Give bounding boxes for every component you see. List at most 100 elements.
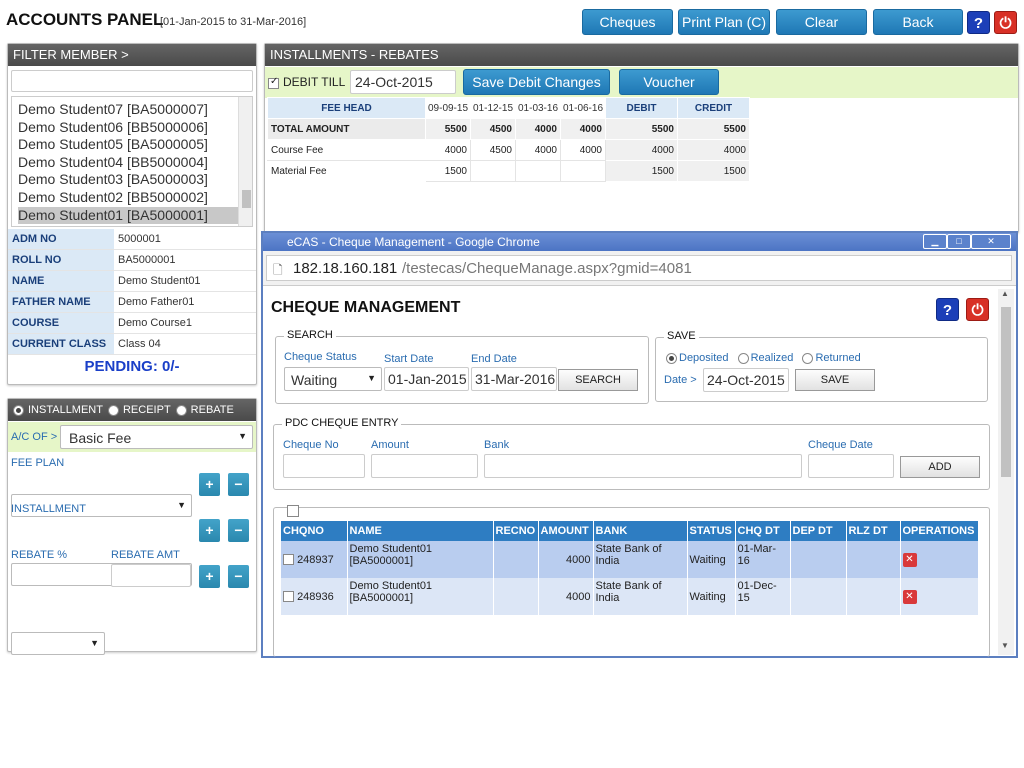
table-cell[interactable] [515,160,561,182]
cheque-status-select[interactable]: Waiting ▼ [284,367,382,391]
table-cell: 4000 [677,139,750,161]
cheque-no-input[interactable] [283,454,365,478]
rebate-remove-button[interactable]: − [228,565,249,588]
scroll-up-icon[interactable]: ▲ [1001,289,1009,298]
cheques-button[interactable]: Cheques [582,9,673,35]
list-item[interactable]: Demo Student07 [BA5000007] [18,101,252,119]
table-cell[interactable]: 1500 [425,160,471,182]
scroll-thumb[interactable] [1001,307,1011,477]
help-icon[interactable]: ? [936,298,959,321]
info-value: Class 04 [118,338,161,350]
debit-till-checkbox[interactable] [268,76,279,90]
end-date-input[interactable]: 31-Mar-2016 [471,367,557,391]
add-button[interactable]: ADD [900,456,980,478]
status-radio-group: Deposited Realized Returned [666,352,861,364]
rebate-amt-input[interactable] [111,564,191,587]
rebate-pct-select[interactable]: ▼ [11,632,105,655]
rebate-add-button[interactable]: + [199,565,220,588]
table-header: FEE HEAD [267,97,426,119]
table-row[interactable]: 248937 Demo Student01 [BA5000001] 4000 S… [281,541,979,578]
table-cell[interactable]: 4000 [515,139,561,161]
search-group: SEARCH Cheque Status Start Date End Date… [275,329,649,404]
pending-amount: PENDING: 0/- [84,358,180,375]
table-cell: TOTAL AMOUNT [267,118,426,140]
save-date-input[interactable]: 24-Oct-2015 [703,368,789,392]
scroll-down-icon[interactable]: ▼ [1001,641,1009,650]
delete-icon[interactable]: ✕ [902,589,917,604]
bank-cell: State Bank of India [593,578,688,615]
info-label: FATHER NAME [8,292,114,312]
table-cell[interactable] [470,160,516,182]
member-search-input[interactable] [11,70,253,92]
address-bar: 🗋 182.18.160.181 /testecas/ChequeManage.… [263,251,1016,286]
cheque-no-label: Cheque No [283,439,339,451]
deposited-radio[interactable] [666,352,677,364]
table-cell: 4000 [560,118,606,140]
realized-radio[interactable] [737,352,749,364]
cheque-management-window: eCAS - Cheque Management - Google Chrome… [261,231,1018,658]
list-item[interactable]: Demo Student03 [BA5000003] [18,171,252,189]
voucher-button[interactable]: Voucher [619,69,719,95]
table-cell[interactable]: 4500 [470,139,516,161]
scroll-thumb[interactable] [242,190,251,208]
window-scrollbar[interactable]: ▲ ▼ [998,289,1014,655]
installment-remove-button[interactable]: − [228,519,249,542]
list-item[interactable]: Demo Student06 [BB5000006] [18,119,252,137]
installment-radio[interactable] [13,404,24,416]
table-header: 01-03-16 [515,97,561,119]
select-all-checkbox[interactable] [287,504,299,517]
list-item-selected[interactable]: Demo Student01 [BA5000001] [18,206,252,225]
maximize-icon[interactable]: □ [947,234,971,249]
end-date-label: End Date [471,353,517,365]
status-cell: Waiting [687,541,736,578]
bank-input[interactable] [484,454,802,478]
chevron-down-icon: ▼ [238,431,247,441]
fee-plan-remove-button[interactable]: − [228,473,249,496]
table-header: BANK [593,521,688,541]
row-checkbox[interactable] [283,554,294,566]
list-item[interactable]: Demo Student02 [BB5000002] [18,189,252,207]
delete-icon[interactable]: ✕ [902,552,917,567]
table-cell[interactable]: 4000 [425,139,471,161]
close-icon[interactable]: ✕ [971,234,1011,249]
minimize-icon[interactable]: ▁ [923,234,947,249]
back-button[interactable]: Back [873,9,963,35]
info-value: Demo Student01 [118,275,201,287]
ac-of-select[interactable]: Basic Fee ▼ [60,425,253,449]
member-list[interactable]: Demo Student07 [BA5000007] Demo Student0… [11,96,253,227]
fee-plan-add-button[interactable]: + [199,473,220,496]
table-header: AMOUNT [538,521,594,541]
row-checkbox[interactable] [283,591,294,603]
save-debit-changes-button[interactable]: Save Debit Changes [463,69,610,95]
debit-date-input[interactable]: 24-Oct-2015 [350,70,456,94]
cheque-management-heading: CHEQUE MANAGEMENT [271,299,461,316]
rlzdt-cell [846,541,901,578]
help-icon[interactable]: ? [967,11,990,34]
list-item[interactable]: Demo Student05 [BA5000005] [18,136,252,154]
rebate-radio[interactable] [175,404,187,416]
search-button[interactable]: SEARCH [558,369,638,391]
save-button[interactable]: SAVE [795,369,875,391]
start-date-input[interactable]: 01-Jan-2015 [384,367,469,391]
table-cell[interactable] [560,160,606,182]
print-plan-button[interactable]: Print Plan (C) [678,9,770,35]
receipt-radio[interactable] [107,404,119,416]
name-cell: Demo Student01 [BA5000001] [347,541,494,578]
power-icon[interactable]: ⏻ [966,298,989,321]
power-icon[interactable]: ⏻ [994,11,1017,34]
list-scrollbar[interactable] [238,97,252,226]
table-header: CHQ DT [735,521,791,541]
table-cell: 1500 [605,160,678,182]
table-cell[interactable]: 4000 [560,139,606,161]
url-field[interactable]: 🗋 182.18.160.181 /testecas/ChequeManage.… [266,255,1012,281]
table-cell: 5500 [425,118,471,140]
cheque-date-input[interactable] [808,454,894,478]
returned-radio[interactable] [802,352,814,364]
installment-add-button[interactable]: + [199,519,220,542]
list-item[interactable]: Demo Student04 [BB5000004] [18,154,252,172]
table-header: DEBIT [605,97,678,119]
chevron-down-icon: ▼ [177,500,186,510]
table-row[interactable]: 248936 Demo Student01 [BA5000001] 4000 S… [281,578,979,615]
clear-button[interactable]: Clear [776,9,867,35]
amount-input[interactable] [371,454,478,478]
